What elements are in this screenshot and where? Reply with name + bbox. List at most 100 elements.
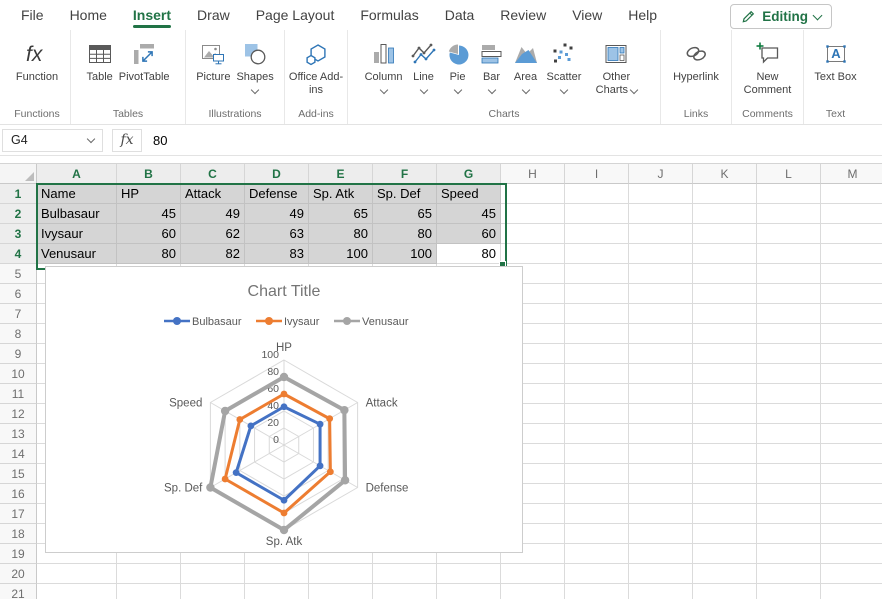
pie-chart-button[interactable]: Pie [442,37,474,94]
tab-data[interactable]: Data [432,0,488,30]
cell-M11[interactable] [821,384,882,404]
column-header-H[interactable]: H [501,164,565,184]
cell-K8[interactable] [693,324,757,344]
row-header-14[interactable]: 14 [0,444,37,464]
cell-J13[interactable] [629,424,693,444]
column-header-C[interactable]: C [181,164,245,184]
cell-K18[interactable] [693,524,757,544]
tab-draw[interactable]: Draw [184,0,243,30]
cell-J12[interactable] [629,404,693,424]
cell-K16[interactable] [693,484,757,504]
cell-M17[interactable] [821,504,882,524]
cell-B1[interactable]: HP [117,184,181,204]
shapes-button[interactable]: Shapes [233,37,276,94]
cell-K6[interactable] [693,284,757,304]
editing-mode-button[interactable]: Editing [730,4,832,29]
cell-I5[interactable] [565,264,629,284]
cell-K5[interactable] [693,264,757,284]
cell-K1[interactable] [693,184,757,204]
cell-L16[interactable] [757,484,821,504]
tab-insert[interactable]: Insert [120,0,184,30]
cell-H2[interactable] [501,204,565,224]
cell-L2[interactable] [757,204,821,224]
cell-K11[interactable] [693,384,757,404]
row-header-12[interactable]: 12 [0,404,37,424]
cell-A21[interactable] [37,584,117,599]
cell-H20[interactable] [501,564,565,584]
hyperlink-button[interactable]: Hyperlink [670,37,722,85]
cell-L13[interactable] [757,424,821,444]
name-box[interactable]: G4 [2,129,103,152]
cell-D2[interactable]: 49 [245,204,309,224]
cell-A20[interactable] [37,564,117,584]
office-addins-button[interactable]: Office Add-ins [285,37,347,98]
cell-H3[interactable] [501,224,565,244]
cell-I6[interactable] [565,284,629,304]
bar-chart-button[interactable]: Bar [476,37,508,94]
column-header-D[interactable]: D [245,164,309,184]
cell-G4[interactable]: 80 [437,244,501,264]
cell-J7[interactable] [629,304,693,324]
tab-file[interactable]: File [8,0,57,30]
cell-B21[interactable] [117,584,181,599]
cell-J14[interactable] [629,444,693,464]
cell-K21[interactable] [693,584,757,599]
cell-I15[interactable] [565,464,629,484]
cell-D4[interactable]: 83 [245,244,309,264]
cell-A3[interactable]: Ivysaur [37,224,117,244]
column-header-B[interactable]: B [117,164,181,184]
cell-M20[interactable] [821,564,882,584]
cell-B20[interactable] [117,564,181,584]
cell-I1[interactable] [565,184,629,204]
row-header-17[interactable]: 17 [0,504,37,524]
cell-I12[interactable] [565,404,629,424]
other-charts-button[interactable]: Other Charts [586,37,646,98]
area-chart-button[interactable]: Area [510,37,542,94]
cell-L17[interactable] [757,504,821,524]
cell-D3[interactable]: 63 [245,224,309,244]
cell-J10[interactable] [629,364,693,384]
cell-L10[interactable] [757,364,821,384]
cell-I4[interactable] [565,244,629,264]
cell-G20[interactable] [437,564,501,584]
cell-F21[interactable] [373,584,437,599]
radar-chart-object[interactable]: Chart TitleBulbasaurIvysaurVenusaur02040… [45,266,523,553]
cell-K19[interactable] [693,544,757,564]
cell-B3[interactable]: 60 [117,224,181,244]
cell-J15[interactable] [629,464,693,484]
cell-G2[interactable]: 45 [437,204,501,224]
cell-L7[interactable] [757,304,821,324]
row-header-15[interactable]: 15 [0,464,37,484]
cell-I14[interactable] [565,444,629,464]
row-header-13[interactable]: 13 [0,424,37,444]
line-chart-button[interactable]: Line [408,37,440,94]
legend-label-bulbasaur[interactable]: Bulbasaur [192,316,242,328]
cell-K2[interactable] [693,204,757,224]
legend-label-ivysaur[interactable]: Ivysaur [284,316,320,328]
row-header-18[interactable]: 18 [0,524,37,544]
cell-C2[interactable]: 49 [181,204,245,224]
tab-home[interactable]: Home [57,0,120,30]
picture-button[interactable]: Picture [193,37,233,85]
cell-J17[interactable] [629,504,693,524]
column-header-F[interactable]: F [373,164,437,184]
tab-review[interactable]: Review [487,0,559,30]
cell-M15[interactable] [821,464,882,484]
cell-M18[interactable] [821,524,882,544]
cell-A2[interactable]: Bulbasaur [37,204,117,224]
tab-page-layout[interactable]: Page Layout [243,0,348,30]
column-header-G[interactable]: G [437,164,501,184]
cell-L19[interactable] [757,544,821,564]
column-header-I[interactable]: I [565,164,629,184]
cell-E3[interactable]: 80 [309,224,373,244]
cell-K10[interactable] [693,364,757,384]
cell-J19[interactable] [629,544,693,564]
cell-M9[interactable] [821,344,882,364]
new-comment-button[interactable]: New Comment [732,37,803,98]
cell-M19[interactable] [821,544,882,564]
cell-L14[interactable] [757,444,821,464]
cell-J3[interactable] [629,224,693,244]
cell-M2[interactable] [821,204,882,224]
cell-E4[interactable]: 100 [309,244,373,264]
cell-M3[interactable] [821,224,882,244]
